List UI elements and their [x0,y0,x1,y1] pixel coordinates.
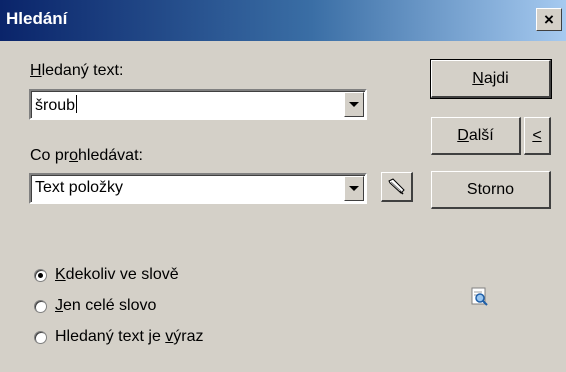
search-text-value: šroub [35,97,76,114]
find-button[interactable]: Najdi [430,59,552,99]
option-0-rest: dekoliv ve slově [65,266,179,283]
scope-combobox[interactable]: Text položky [29,173,367,204]
search-text-label: Hledaný text: [30,62,123,80]
scope-label-pre: Co pr [30,147,70,164]
search-text-combobox[interactable]: šroub [29,89,367,120]
option-2-pre: Hledaný text je [55,328,166,345]
cancel-label: Storno [466,180,515,198]
close-button[interactable]: × [536,8,562,31]
option-1-rest: en celé slovo [63,297,157,314]
dialog-title: Hledání [6,9,68,28]
option-whole-word-label: Jen celé slovo [55,297,156,315]
title-bar[interactable]: Hledání × [0,0,566,41]
search-dialog: Hledání × Hledaný text: šroub Co prohled… [0,0,566,372]
radio-button[interactable] [34,330,47,344]
option-expression[interactable]: Hledaný text je výraz [34,328,204,346]
next-rest: alší [468,126,494,144]
option-1-accel: J [55,297,63,314]
option-anywhere[interactable]: Kdekoliv ve slově [34,266,179,284]
dropdown-arrow-icon [349,186,359,191]
picker-icon [387,177,405,195]
search-text-input[interactable]: šroub [35,95,78,115]
close-icon: × [544,10,554,29]
find-rest: ajdi [483,69,509,87]
text-caret [76,95,78,113]
search-dropdown-button[interactable] [344,92,364,117]
search-label-rest: ledaný text: [41,62,124,79]
option-2-rest: ýraz [173,328,204,345]
find-accel: N [472,69,484,87]
find-icon [471,287,488,306]
radio-button-checked[interactable] [34,268,47,282]
radio-button[interactable] [34,299,47,313]
picker-button[interactable] [381,172,413,202]
option-anywhere-label: Kdekoliv ve slově [55,266,179,284]
prev-label: < [532,126,542,144]
search-combo-frame [31,91,365,118]
find-previous-button[interactable]: < [524,117,551,155]
option-expression-label: Hledaný text je výraz [55,328,204,346]
scope-label: Co prohledávat: [30,147,143,165]
find-next-button[interactable]: Další [431,117,521,155]
search-label-accel: H [30,62,42,79]
option-whole-word[interactable]: Jen celé slovo [34,297,156,315]
cancel-button[interactable]: Storno [431,171,551,209]
scope-label-post: hledávat: [78,147,143,164]
next-accel: D [457,126,469,144]
dropdown-arrow-icon [349,102,359,107]
scope-selected-value: Text položky [35,179,124,196]
scope-label-accel: o [69,147,79,164]
scope-dropdown-button[interactable] [344,176,364,201]
radio-dot [38,272,43,278]
option-0-accel: K [55,266,66,283]
